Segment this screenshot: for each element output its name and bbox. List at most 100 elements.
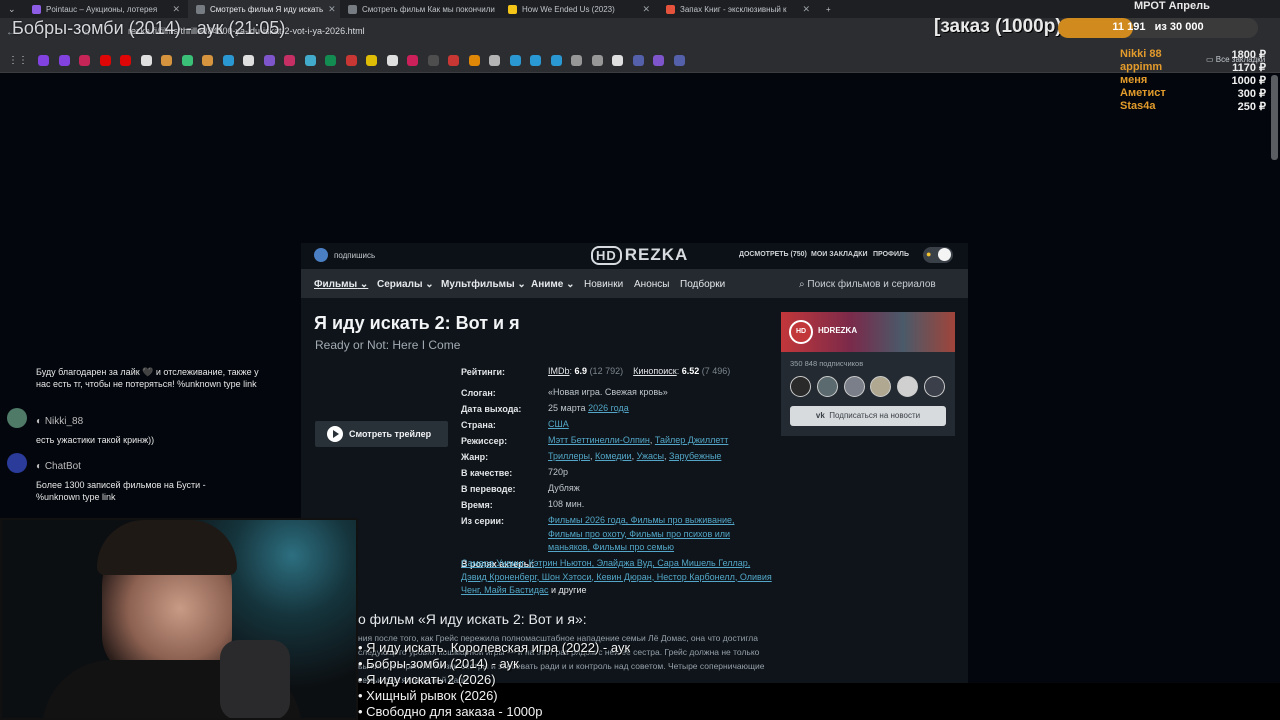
bookmark-icon[interactable] <box>325 55 336 66</box>
bookmark-icon[interactable] <box>571 55 582 66</box>
close-icon[interactable]: ✕ <box>642 4 650 15</box>
bookmark-icon[interactable] <box>202 55 213 66</box>
bookmark-icon[interactable] <box>58 55 70 66</box>
series-links[interactable]: Фильмы 2026 года, Фильмы про выживание, … <box>548 514 748 555</box>
vk-group-name[interactable]: HDREZKA <box>818 326 857 335</box>
tab-books[interactable]: Запах Книг - эксклюзивный к ✕ <box>658 0 818 18</box>
nav-cartoons[interactable]: Мультфильмы ⌄ <box>441 279 526 290</box>
bookmark-icon[interactable] <box>366 55 377 66</box>
director-value: Мэтт Беттинелли-Олпин, Тайлер Джиллетт <box>548 435 729 445</box>
vk-subscribe-button[interactable]: vk Подписаться на новости <box>790 406 946 426</box>
year-link[interactable]: 2026 года <box>588 403 629 413</box>
bookmark-icon[interactable] <box>284 55 295 66</box>
nav-collections[interactable]: Подборки <box>680 279 725 290</box>
donor-name: Nikki 88 <box>1120 48 1162 60</box>
bookmark-icon[interactable] <box>99 55 111 66</box>
country-label: Страна: <box>461 420 496 430</box>
bookmark-icon[interactable] <box>120 55 131 66</box>
bookmark-icon[interactable] <box>673 55 685 66</box>
sun-icon: ● <box>926 249 932 259</box>
auction-item: • Я иду искать 2 (2026) <box>358 672 496 687</box>
genre-link[interactable]: Зарубежные <box>669 451 721 461</box>
country-value: США <box>548 418 773 432</box>
bookmark-icon[interactable] <box>222 55 234 66</box>
pointauc-icon <box>32 4 41 14</box>
donor-amount: 1000 ₽ <box>1231 75 1266 87</box>
play-icon <box>327 426 343 442</box>
close-icon[interactable]: ✕ <box>328 4 336 15</box>
apps-icon[interactable]: ⋮⋮ <box>8 55 28 66</box>
translation-value: Дубляж <box>548 483 580 493</box>
nav-films[interactable]: Фильмы ⌄ <box>314 279 368 290</box>
tab-search-icon[interactable]: ⌄ <box>0 0 22 18</box>
tab-rezka-2[interactable]: Смотреть фильм Как мы покончили✕ <box>340 0 500 18</box>
bookmark-icon[interactable] <box>386 55 398 66</box>
kinopoisk-link[interactable]: Кинопоиск <box>633 366 677 376</box>
genre-link[interactable]: Ужасы <box>637 451 664 461</box>
bookmark-icon[interactable] <box>612 55 623 66</box>
site-logo[interactable]: HD REZKA <box>591 245 688 265</box>
bookmark-icon[interactable] <box>550 55 562 66</box>
bookmark-icon[interactable] <box>345 55 357 66</box>
avatar <box>790 376 811 397</box>
bookmark-icon[interactable] <box>181 55 193 66</box>
bookmark-icon[interactable] <box>263 55 275 66</box>
hdrezka-logo: HD <box>789 320 813 344</box>
trailer-button[interactable]: Смотреть трейлер <box>315 421 448 447</box>
release-value: 25 марта 2026 года <box>548 403 629 413</box>
watch-later-link[interactable]: ДОСМОТРЕТЬ (750) <box>739 251 807 258</box>
bookmark-icon[interactable] <box>304 55 316 66</box>
time-value: 108 мин. <box>548 499 585 509</box>
bookmark-icon[interactable] <box>79 55 90 66</box>
tab-pointauc[interactable]: Pointauc – Аукционы, лотерея ✕ <box>24 0 188 18</box>
search-field[interactable]: ⌕ Поиск фильмов и сериалов <box>799 279 936 290</box>
actors-value: Самара Уивинг, Кэтрин Ньютон, Элайджа Ву… <box>461 558 772 595</box>
country-link[interactable]: США <box>548 419 569 429</box>
bookmark-icon[interactable] <box>448 55 459 66</box>
avatar <box>844 376 865 397</box>
bookmark-icon[interactable] <box>653 55 664 66</box>
bookmark-icon[interactable] <box>407 55 418 66</box>
bookmark-icon[interactable] <box>591 55 603 66</box>
bookmark-icon[interactable] <box>427 55 439 66</box>
tab-imdb[interactable]: How We Ended Us (2023) ✕ <box>500 0 658 18</box>
bookmark-icon[interactable] <box>243 55 254 66</box>
bookmark-icon[interactable] <box>38 55 49 66</box>
translation-label: В переводе: <box>461 484 516 494</box>
subscribe-link[interactable]: подпишись <box>334 251 375 260</box>
nav-announce[interactable]: Анонсы <box>634 279 669 290</box>
nav-series[interactable]: Сериалы ⌄ <box>377 279 434 290</box>
nav-new[interactable]: Новинки <box>584 279 623 290</box>
quality-label: В качестве: <box>461 468 513 478</box>
vk-subscribers: 350 848 подписчиков <box>790 359 864 368</box>
original-title: Ready or Not: Here I Come <box>315 338 461 352</box>
director-link[interactable]: Мэтт Беттинелли-Олпин <box>548 435 650 445</box>
nav-anime[interactable]: Аниме ⌄ <box>531 279 575 290</box>
profile-link[interactable]: ПРОФИЛЬ <box>873 251 909 258</box>
scrollbar[interactable] <box>1271 75 1278 160</box>
chat-message: Более 1300 записей фильмов на Бусти - %u… <box>36 480 206 502</box>
bookmark-icon[interactable] <box>489 55 500 66</box>
bookmark-icon[interactable] <box>140 55 152 66</box>
page-icon <box>196 4 205 14</box>
theme-toggle[interactable]: ● <box>923 247 953 263</box>
imdb-link[interactable]: IMDb <box>548 366 570 376</box>
bookmark-icon[interactable] <box>161 55 172 66</box>
genre-link[interactable]: Комедии <box>595 451 632 461</box>
stream-title: Бобры-зомби (2014) - аук (21:05) <box>12 18 286 38</box>
bookmarks-link[interactable]: МОИ ЗАКЛАДКИ <box>811 251 867 258</box>
new-tab-button[interactable]: + <box>818 0 838 18</box>
bookmark-icon[interactable] <box>509 55 521 66</box>
close-icon[interactable]: ✕ <box>802 4 810 15</box>
bookmark-icon[interactable] <box>468 55 480 66</box>
actors-links[interactable]: Самара Уивинг, Кэтрин Ньютон, Элайджа Ву… <box>461 558 772 595</box>
bookmark-icon[interactable] <box>530 55 541 66</box>
genre-link[interactable]: Триллеры <box>548 451 590 461</box>
tab-rezka-1[interactable]: Смотреть фильм Я иду искать ✕ <box>188 0 340 18</box>
director-link[interactable]: Тайлер Джиллетт <box>655 435 729 445</box>
vk-icon: vk <box>815 411 825 420</box>
close-icon[interactable]: ✕ <box>172 4 180 15</box>
ratings-value: IMDb: 6.9 (12 792) Кинопоиск: 6.52 (7 49… <box>548 366 731 376</box>
chat-username: ◐ ChatBot <box>36 461 81 472</box>
bookmark-icon[interactable] <box>632 55 644 66</box>
